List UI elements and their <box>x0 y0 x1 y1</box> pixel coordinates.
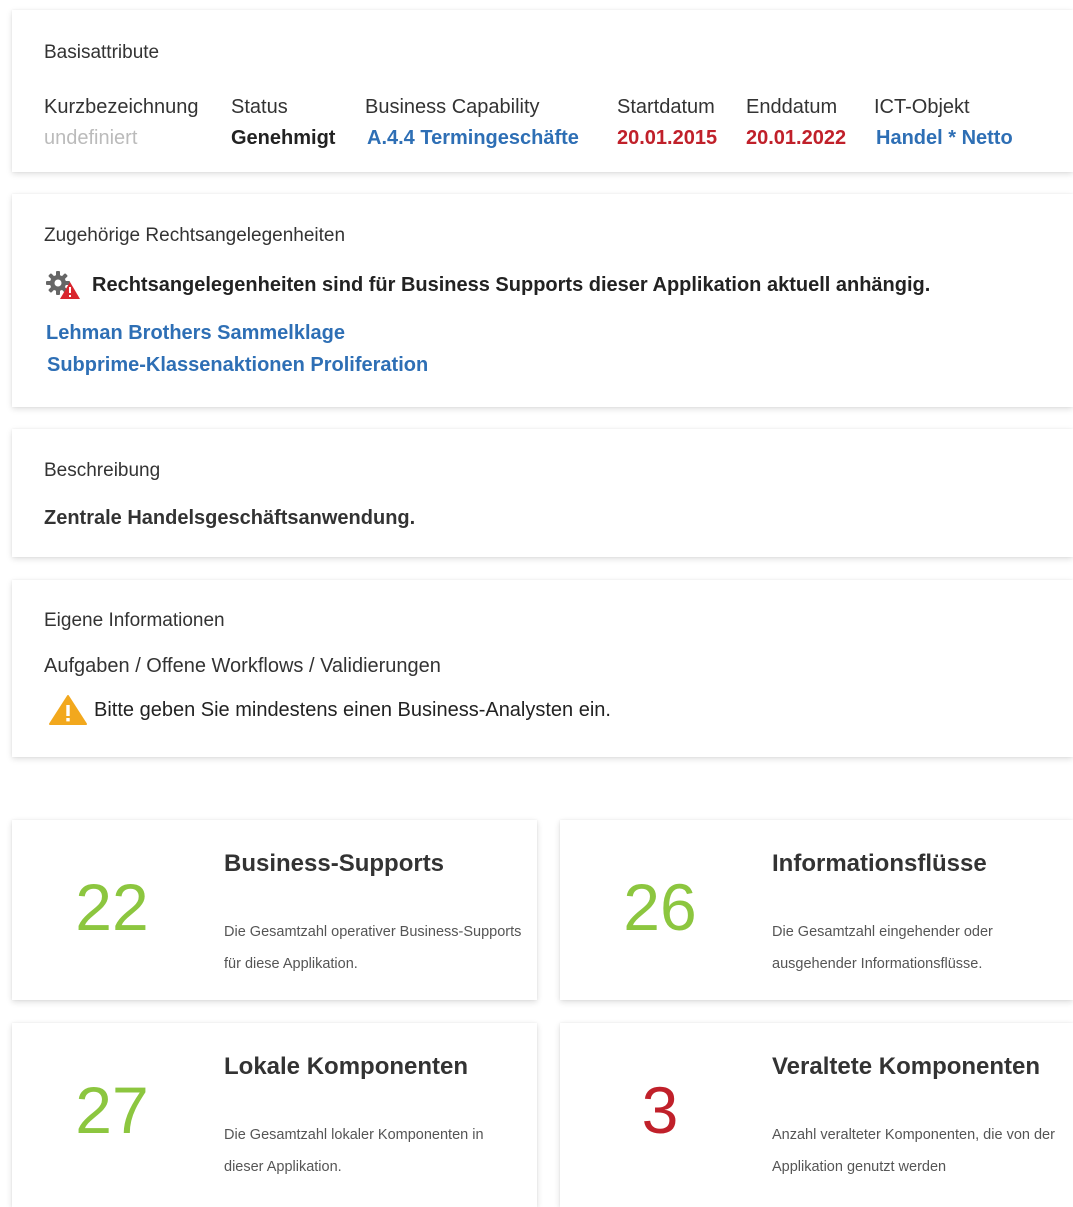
own-info-card: Eigene Informationen Aufgaben / Offene W… <box>12 580 1073 757</box>
attr-business-capability: Business Capability A.4.4 Termingeschäft… <box>365 96 579 150</box>
tile-title: Lokale Komponenten <box>224 1053 469 1080</box>
tile-title: Veraltete Komponenten <box>772 1053 1041 1080</box>
basis-attributes-title: Basisattribute <box>44 42 160 63</box>
legal-link-lehman[interactable]: Lehman Brothers Sammelklage <box>46 322 345 345</box>
attr-ict-objekt: ICT-Objekt Handel * Netto <box>874 96 1013 150</box>
description-title: Beschreibung <box>44 460 161 481</box>
legal-notice: Rechtsangelegenheiten sind für Business … <box>44 270 930 300</box>
tile-title: Business-Supports <box>224 850 445 877</box>
analyst-warning: Bitte geben Sie mindestens einen Busines… <box>48 694 611 726</box>
tile-lokale-komponenten[interactable]: 27 Lokale Komponenten Die Gesamtzahl lok… <box>12 1023 537 1207</box>
business-capability-link[interactable]: A.4.4 Termingeschäfte <box>367 127 579 150</box>
tile-description: Die Gesamtzahl eingehender oder ausgehen… <box>772 924 993 972</box>
attr-label: Status <box>231 96 288 118</box>
tile-count: 26 <box>623 870 697 944</box>
tile-description: Die Gesamtzahl lokaler Komponenten in di… <box>224 1127 484 1175</box>
legal-link-subprime[interactable]: Subprime-Klassenaktionen Proliferation <box>47 354 428 377</box>
ict-object-link[interactable]: Handel * Netto <box>876 127 1013 150</box>
attr-label: Business Capability <box>365 96 540 118</box>
gear-warning-icon <box>44 270 82 300</box>
attr-enddatum: Enddatum 20.01.2022 <box>746 96 846 150</box>
tile-description: Anzahl veralteter Komponenten, die von d… <box>772 1127 1055 1175</box>
attr-label: Startdatum <box>617 96 715 118</box>
legal-matters-title: Zugehörige Rechtsangelegenheiten <box>44 225 346 246</box>
tile-count: 22 <box>75 870 149 944</box>
attr-value: undefiniert <box>44 127 138 149</box>
tile-informationsfluesse[interactable]: 26 Informationsflüsse Die Gesamtzahl ein… <box>560 820 1073 1000</box>
attr-label: Kurzbezeichnung <box>44 96 199 118</box>
attr-value: 20.01.2015 <box>617 127 718 149</box>
tile-count: 3 <box>641 1073 679 1147</box>
tile-business-supports[interactable]: 22 Business-Supports Die Gesamtzahl oper… <box>12 820 537 1000</box>
attr-label: Enddatum <box>746 96 838 118</box>
analyst-warning-text: Bitte geben Sie mindestens einen Busines… <box>94 698 611 721</box>
tile-title: Informationsflüsse <box>772 850 987 877</box>
legal-notice-text: Rechtsangelegenheiten sind für Business … <box>92 273 931 296</box>
attr-kurzbezeichnung: Kurzbezeichnung undefiniert <box>44 96 199 150</box>
attr-value: Genehmigt <box>231 127 336 149</box>
warning-triangle-icon <box>48 694 88 726</box>
tile-veraltete-komponenten[interactable]: 3 Veraltete Komponenten Anzahl veraltete… <box>560 1023 1073 1207</box>
attr-status: Status Genehmigt <box>231 96 335 150</box>
tile-count: 27 <box>75 1073 149 1147</box>
tile-description: Die Gesamtzahl operativer Business-Suppo… <box>224 924 522 972</box>
legal-matters-card: Zugehörige Rechtsangelegenheiten Rechtsa… <box>12 194 1073 407</box>
attr-label: ICT-Objekt <box>874 96 970 118</box>
description-card: Beschreibung Zentrale Handelsgeschäftsan… <box>12 429 1073 557</box>
attr-value: 20.01.2022 <box>746 127 847 149</box>
basis-attributes-card: Basisattribute Kurzbezeichnung undefinie… <box>12 10 1073 172</box>
own-info-title: Eigene Informationen <box>44 610 225 631</box>
tasks-label: Aufgaben / Offene Workflows / Validierun… <box>44 655 441 677</box>
attr-startdatum: Startdatum 20.01.2015 <box>617 96 717 150</box>
description-text: Zentrale Handelsgeschäftsanwendung. <box>44 507 416 529</box>
